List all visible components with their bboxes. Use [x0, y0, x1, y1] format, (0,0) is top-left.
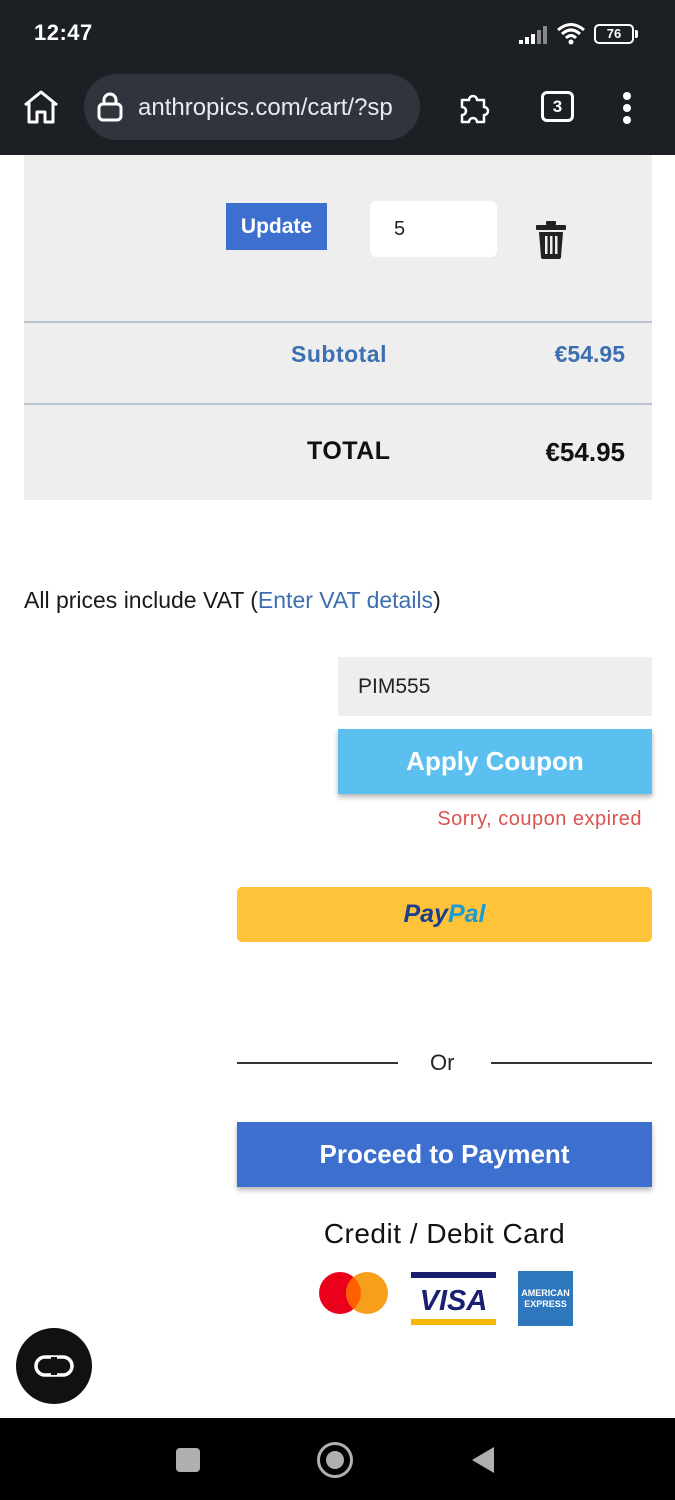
more-vert-icon[interactable]: [614, 90, 640, 126]
visa-text: VISA: [420, 1285, 488, 1317]
or-divider-line: [491, 1062, 652, 1064]
floating-link-button[interactable]: [16, 1328, 92, 1404]
amex-icon: AMERICAN EXPRESS: [518, 1271, 573, 1326]
recents-icon[interactable]: [176, 1448, 200, 1472]
proceed-to-payment-button[interactable]: Proceed to Payment: [237, 1122, 652, 1187]
menu-dot: [623, 92, 631, 100]
menu-dot: [623, 116, 631, 124]
home-icon[interactable]: [20, 86, 62, 128]
puzzle-icon[interactable]: [456, 88, 494, 126]
paypal-button[interactable]: PayPal: [237, 887, 652, 942]
or-divider-line: [237, 1062, 398, 1064]
battery-tip: [635, 30, 638, 38]
battery-level: 76: [594, 24, 634, 44]
amex-text-bottom: EXPRESS: [524, 1299, 567, 1309]
coupon-input[interactable]: [338, 657, 652, 716]
status-time: 12:47: [34, 20, 93, 45]
or-label: Or: [430, 1050, 455, 1075]
url-text: anthropics.com/cart/?sp: [138, 94, 393, 121]
amex-text-top: AMERICAN: [521, 1288, 570, 1298]
vat-notice: All prices include VAT (Enter VAT detail…: [24, 587, 441, 614]
visa-icon: VISA: [411, 1272, 496, 1325]
battery-indicator: 76: [594, 24, 638, 44]
home-nav-inner: [326, 1451, 344, 1469]
address-bar[interactable]: anthropics.com/cart/?sp: [84, 74, 420, 140]
mastercard-icon: [319, 1272, 388, 1314]
vat-prefix: All prices include VAT (: [24, 587, 258, 613]
update-button[interactable]: Update: [226, 203, 327, 250]
paypal-logo-pay: Pay: [403, 900, 448, 928]
lock-icon: [97, 92, 123, 122]
quantity-input[interactable]: [370, 201, 497, 257]
total-value: €54.95: [545, 437, 625, 467]
subtotal-value: €54.95: [554, 341, 625, 367]
wifi-icon: [557, 23, 585, 45]
divider: [24, 403, 652, 405]
vat-suffix: ): [433, 587, 441, 613]
cellular-signal-icon: [519, 26, 547, 44]
back-icon[interactable]: [470, 1445, 496, 1475]
home-nav-icon[interactable]: [317, 1442, 353, 1478]
cart-summary: Update Subtotal €54.95 TOTAL €54.95: [24, 155, 652, 500]
divider: [24, 321, 652, 323]
link-icon: [34, 1355, 74, 1377]
enter-vat-details-link[interactable]: Enter VAT details: [258, 587, 433, 613]
subtotal-label: Subtotal: [291, 341, 387, 367]
coupon-error-message: Sorry, coupon expired: [437, 808, 642, 830]
card-payment-label: Credit / Debit Card: [323, 1218, 566, 1249]
trash-icon[interactable]: [536, 221, 566, 259]
tab-switcher-button[interactable]: 3: [541, 91, 574, 122]
total-label: TOTAL: [307, 437, 391, 465]
paypal-logo-pal: Pal: [447, 900, 486, 928]
system-nav-bar: [0, 1418, 675, 1500]
apply-coupon-button[interactable]: Apply Coupon: [338, 729, 652, 794]
browser-chrome: 12:47 76 anthropics.com/cart/?sp 3: [0, 0, 675, 155]
menu-dot: [623, 104, 631, 112]
